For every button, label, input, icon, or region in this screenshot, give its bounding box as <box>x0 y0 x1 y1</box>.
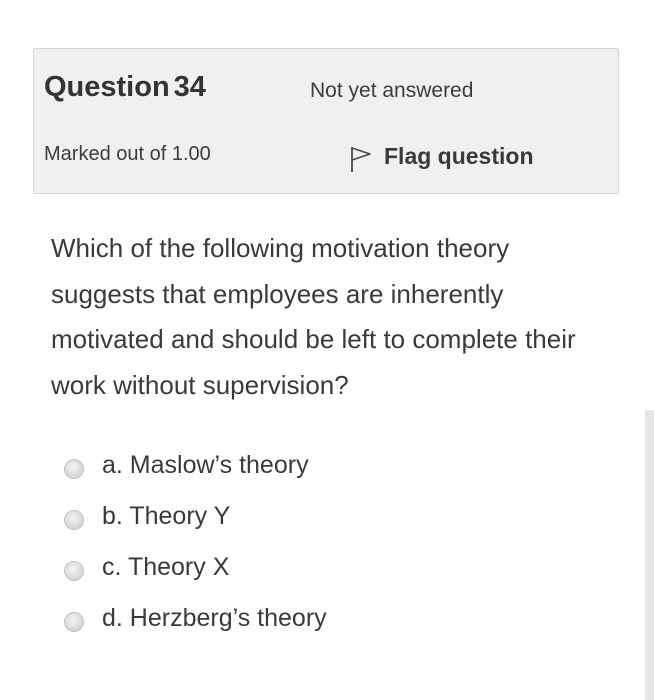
question-title: Question 34 <box>44 71 206 104</box>
question-grade: Marked out of 1.00 <box>44 143 211 165</box>
answer-option-a[interactable]: a. Maslow’s theory <box>64 440 327 491</box>
scrollbar-track[interactable] <box>645 410 654 700</box>
answer-label: d. Herzberg’s theory <box>102 604 327 632</box>
question-text: Which of the following motivation theory… <box>51 233 576 400</box>
flag-question-button[interactable]: Flag question <box>350 139 534 173</box>
radio-button[interactable] <box>64 509 84 530</box>
question-info-panel: Question 34 Not yet answered Marked out o… <box>33 48 619 194</box>
question-number: 34 <box>173 71 206 103</box>
question-state: Not yet answered <box>310 79 474 102</box>
radio-button[interactable] <box>64 458 84 479</box>
answer-list: a. Maslow’s theory b. Theory Y c. Theory… <box>64 440 327 644</box>
question-word: Question <box>44 71 170 103</box>
answer-option-b[interactable]: b. Theory Y <box>64 491 327 542</box>
answer-option-c[interactable]: c. Theory X <box>64 542 327 593</box>
answer-label: b. Theory Y <box>102 502 231 530</box>
answer-option-d[interactable]: d. Herzberg’s theory <box>64 593 327 644</box>
answer-label: c. Theory X <box>102 553 230 581</box>
flag-outline-icon <box>351 147 371 172</box>
radio-button[interactable] <box>64 560 84 581</box>
flag-question-label: Flag question <box>384 142 534 169</box>
answer-label: a. Maslow’s theory <box>102 451 309 479</box>
radio-button[interactable] <box>64 611 84 632</box>
